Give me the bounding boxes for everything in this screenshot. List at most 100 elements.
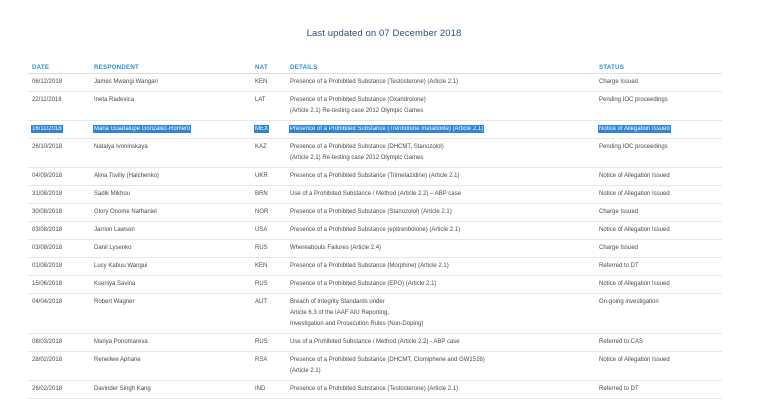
cell-details-text: Presence of a Prohibited Substance (DHCM… <box>290 144 444 150</box>
cell-details-text: Presence of a Prohibited Substance (DHCM… <box>290 357 485 363</box>
column-header-respondent[interactable]: RESPONDENT <box>90 62 251 74</box>
cell-status: Notice of Allegation Issued <box>595 167 722 186</box>
cell-details: Presence of a Prohibited Substance (Test… <box>286 73 595 92</box>
cell-date-text: 15/06/2018 <box>32 281 63 287</box>
cell-status-text: Notice of Allegation Issued <box>599 357 670 363</box>
cell-status-text: Referred to DT <box>599 386 639 392</box>
cell-respondent: Robert Wagner <box>90 293 251 334</box>
cell-details: Use of a Prohibited Substance / Method (… <box>286 333 595 352</box>
cell-nat: BRN <box>251 185 286 204</box>
cell-nat: UKR <box>251 167 286 186</box>
last-updated-text: Last updated on 07 December 2018 <box>306 28 462 39</box>
table-row: 15/06/2018 Kseniya Savina RUS Presence of a… <box>28 275 722 294</box>
cell-status-text: Charge Issued <box>599 245 639 251</box>
table-row: 08/03/2018 Mariya Ponomareva RUS Use of a P… <box>28 333 722 352</box>
cell-date-text: 04/04/2018 <box>32 299 63 305</box>
cell-date-text: 03/08/2018 <box>32 227 63 233</box>
cell-nat-text: RSA <box>255 357 268 363</box>
cell-date: 28/02/2018 <box>28 351 90 381</box>
cell-status-text: Charge Issued <box>599 209 639 215</box>
cell-details-text: Use of a Prohibited Substance / Method (… <box>290 191 461 197</box>
cell-respondent-text: Lucy Kabuu Wangui <box>94 263 148 269</box>
cell-nat: KAZ <box>251 138 286 168</box>
cell-date-text: 28/02/2018 <box>32 357 63 363</box>
cell-details: Presence of a Prohibited Substance (Oxan… <box>286 91 595 121</box>
cell-details-text: Use of a Prohibited Substance / Method (… <box>290 339 460 345</box>
column-header-nat[interactable]: NAT <box>251 62 286 74</box>
cell-respondent: Kseniya Savina <box>90 275 251 294</box>
cell-status: Notice of Allegation Issued <box>595 185 722 204</box>
cell-respondent-text: Davinder Singh Kang <box>94 386 151 392</box>
cell-date-text: 22/11/2018 <box>32 97 62 103</box>
cell-respondent-text: Ineta Radevica <box>94 97 135 103</box>
cell-details: Presence of a Prohibited Substance (Trim… <box>286 167 595 186</box>
cell-date: 16/11/2018 <box>28 120 90 139</box>
column-header-status[interactable]: STATUS <box>595 62 722 74</box>
cell-date-text: 26/10/2018 <box>32 144 63 150</box>
cell-status-text: Notice of Allegation Issued <box>598 125 671 133</box>
cell-nat-text: KAZ <box>255 144 267 150</box>
cell-respondent-text: Natalya Ivoninskaya <box>94 144 148 150</box>
table-row: 31/08/2018 Sadik Mikhou BRN Use of a Prohib… <box>28 185 722 204</box>
cell-details: Presence of a Prohibited Substance (epit… <box>286 221 595 240</box>
cell-respondent: Alina Tsviliy (Halchenko) <box>90 167 251 186</box>
cell-status-text: Notice of Allegation Issued <box>599 281 670 287</box>
cell-details: Use of a Prohibited Substance / Method (… <box>286 185 595 204</box>
cell-nat: NGR <box>251 203 286 222</box>
cell-nat-text: KEN <box>255 263 268 269</box>
table-row: 28/02/2018 Reneilwe Aphane RSA Presence of … <box>28 351 722 381</box>
cell-details-text: Presence of a Prohibited Substance (EPO)… <box>290 281 437 287</box>
cell-status: Pending IOC proceedings <box>595 91 722 121</box>
cell-date-text: 26/02/2018 <box>32 386 63 392</box>
cell-respondent-text: Glory Onome Nathaniel <box>94 209 157 215</box>
cell-respondent-text: Maria Guadalupe Gonzalez-Romero <box>92 125 192 133</box>
cell-respondent-text: James Mwangi Wangari <box>94 79 158 85</box>
table-row: 26/02/2018 Davinder Singh Kang IND Presence… <box>28 380 722 399</box>
cell-nat-text: RUS <box>255 281 268 287</box>
cell-details-text: Presence of a Prohibited Substance (Trim… <box>290 173 460 179</box>
cell-respondent: Jarrion Lawson <box>90 221 251 240</box>
cell-details: Presence of a Prohibited Substance (Tren… <box>286 120 595 139</box>
cell-status-text: Pending IOC proceedings <box>599 97 668 103</box>
table-row: 06/12/2018 James Mwangi Wangari KEN Presenc… <box>28 73 722 92</box>
table-row: 30/08/2018 Glory Onome Nathaniel NGR Presen… <box>28 203 722 222</box>
cell-nat-text: RUS <box>255 339 268 345</box>
cell-nat: IND <box>251 380 286 399</box>
cell-nat-text: KEN <box>255 79 268 85</box>
table-row: 03/08/2018 Danil Lysenko RUS Whereabouts Fa… <box>28 239 722 258</box>
cell-nat: USA <box>251 221 286 240</box>
cell-details: Presence of a Prohibited Substance (DHCM… <box>286 138 595 168</box>
cell-details-text: Presence of a Prohibited Substance (Tren… <box>288 125 485 133</box>
cell-date: 06/12/2018 <box>28 73 90 92</box>
cell-nat: MEX <box>251 120 286 139</box>
cell-respondent: Lucy Kabuu Wangui <box>90 257 251 276</box>
cell-status: Pending IOC proceedings <box>595 138 722 168</box>
cell-nat: AUT <box>251 293 286 334</box>
cell-date-text: 01/08/2018 <box>32 263 63 269</box>
cell-respondent: James Mwangi Wangari <box>90 73 251 92</box>
cell-nat: KEN <box>251 73 286 92</box>
cell-date: 31/08/2018 <box>28 185 90 204</box>
cell-nat: RUS <box>251 239 286 258</box>
cell-respondent: Glory Onome Nathaniel <box>90 203 251 222</box>
cell-respondent-text: Robert Wagner <box>94 299 135 305</box>
cell-respondent-text: Mariya Ponomareva <box>94 339 148 345</box>
cell-details-text: (Article 2.1) Re-testing case 2012 Olymp… <box>290 108 424 114</box>
cell-nat: LAT <box>251 91 286 121</box>
cell-details-text: (Article 2.1) Re-testing case 2012 Olymp… <box>290 155 424 161</box>
cell-status-text: Referred to CAS <box>599 339 644 345</box>
cell-details-text: Presence of a Prohibited Substance (Morp… <box>290 263 449 269</box>
cell-nat-text: MEX <box>253 125 270 133</box>
column-header-date[interactable]: DATE <box>28 62 90 74</box>
cell-respondent: Reneilwe Aphane <box>90 351 251 381</box>
column-header-details[interactable]: DETAILS <box>286 62 595 74</box>
table-row: 03/08/2018 Jarrion Lawson USA Presence of a… <box>28 221 722 240</box>
cell-details-text: Presence of a Prohibited Substance (Test… <box>290 386 459 392</box>
cell-respondent-text: Alina Tsviliy (Halchenko) <box>94 173 159 179</box>
cell-status: Referred to CAS <box>595 333 722 352</box>
cell-respondent-text: Danil Lysenko <box>94 245 132 251</box>
cell-details-text: Investigation and Prosecution Rules (Non… <box>290 321 424 327</box>
cell-nat-text: RUS <box>255 245 268 251</box>
cell-date: 01/08/2018 <box>28 257 90 276</box>
table-row: 04/09/2018 Alina Tsviliy (Halchenko) UKR Pr… <box>28 167 722 186</box>
